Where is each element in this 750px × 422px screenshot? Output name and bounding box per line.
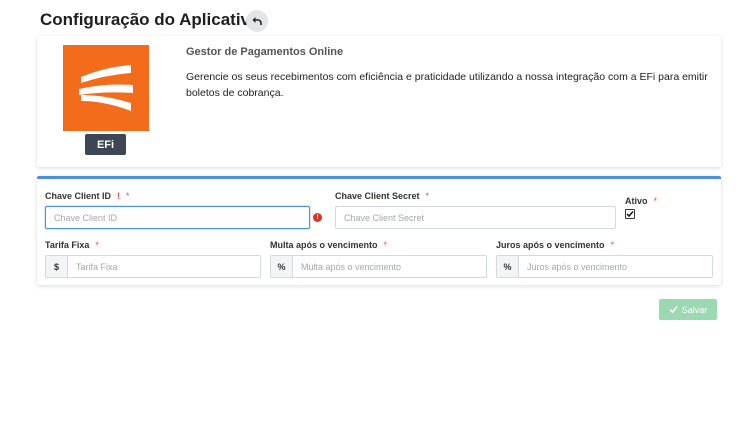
- late-fine-label: Multa após o vencimento *: [270, 240, 388, 250]
- client-secret-input[interactable]: Chave Client Secret: [335, 206, 616, 229]
- save-button[interactable]: Salvar: [659, 299, 717, 320]
- client-id-input[interactable]: Chave Client ID: [45, 206, 310, 229]
- back-button[interactable]: [246, 10, 268, 32]
- logo-label: EFi: [85, 134, 126, 155]
- save-button-label: Salvar: [681, 304, 708, 315]
- efi-logo-icon: [79, 65, 133, 111]
- page-header: Configuração do Aplicativo: [40, 10, 268, 32]
- fixed-fee-field: $ Tarifa Fixa: [45, 255, 261, 278]
- late-interest-input[interactable]: Juros após o vencimento: [519, 256, 712, 277]
- check-icon: [669, 305, 678, 314]
- client-id-error-mark: !: [117, 191, 121, 201]
- config-form: Chave Client ID! * Chave Client ID ! Chav…: [37, 176, 721, 285]
- percent-icon: %: [271, 256, 293, 277]
- undo-arrow-icon: [252, 17, 262, 25]
- late-fine-input[interactable]: Multa após o vencimento: [293, 256, 486, 277]
- late-fine-field: % Multa após o vencimento: [270, 255, 487, 278]
- late-interest-required-mark: *: [610, 240, 615, 250]
- checkmark-icon: [626, 211, 634, 218]
- efi-logo: [63, 45, 149, 131]
- late-fine-required-mark: *: [383, 240, 388, 250]
- client-id-required-mark: *: [126, 191, 130, 201]
- dollar-icon: $: [46, 256, 68, 277]
- app-info-card: EFi Gestor de Pagamentos Online Gerencie…: [37, 36, 721, 167]
- late-interest-label: Juros após o vencimento *: [496, 240, 615, 250]
- active-label: Ativo *: [625, 196, 658, 206]
- client-id-error-icon: !: [313, 213, 322, 222]
- late-interest-field: % Juros após o vencimento: [496, 255, 713, 278]
- client-secret-required-mark: *: [425, 191, 430, 201]
- fixed-fee-label: Tarifa Fixa *: [45, 240, 99, 250]
- percent-icon: %: [497, 256, 519, 277]
- client-id-label: Chave Client ID! *: [45, 191, 130, 201]
- active-required-mark: *: [653, 196, 658, 206]
- page: Configuração do Aplicativo EFi Gestor de…: [0, 0, 750, 422]
- fixed-fee-input[interactable]: Tarifa Fixa: [68, 256, 260, 277]
- app-description: Gerencie os seus recebimentos com eficiê…: [186, 71, 708, 99]
- client-secret-label: Chave Client Secret *: [335, 191, 430, 201]
- app-name: Gestor de Pagamentos Online: [186, 46, 344, 58]
- page-title: Configuração do Aplicativo: [40, 10, 261, 29]
- active-checkbox[interactable]: [625, 209, 635, 219]
- fixed-fee-required-mark: *: [95, 240, 99, 250]
